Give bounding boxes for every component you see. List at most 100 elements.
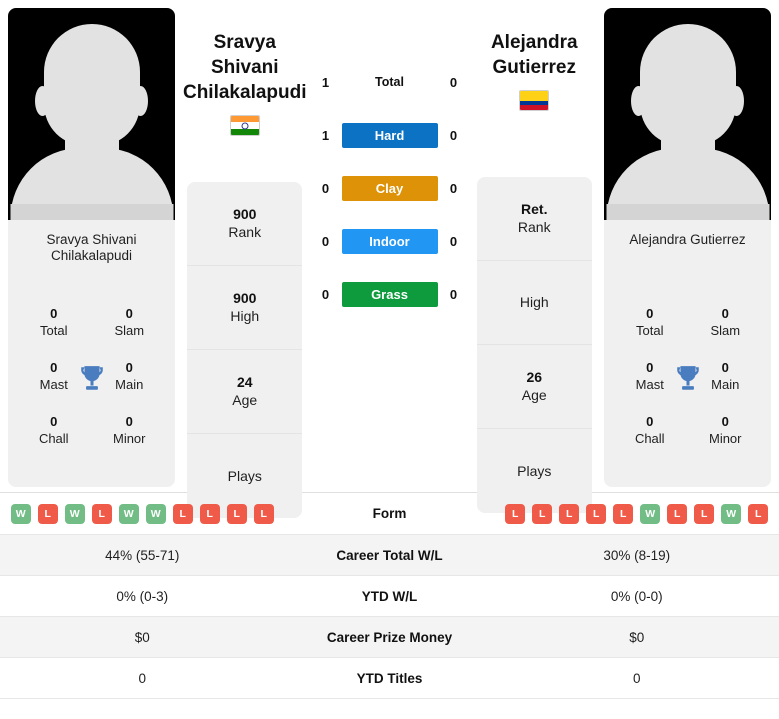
form-badge: W [640,503,661,524]
h2h-row-grass: 0 Grass 0 [315,282,465,307]
row-label: YTD W/L [361,588,418,604]
stat-label: Rank [517,219,551,235]
h2h-row-hard: 1 Hard 0 [315,123,465,148]
table-row-career-prize-money: $0 Career Prize Money $0 [0,617,779,658]
title-value: 0 [125,413,133,429]
form-badge: L [91,503,112,524]
row-label-form: Form [372,506,407,521]
h2h-left-count: 1 [321,75,330,90]
title-label: Minor [708,430,742,446]
h2h-left-count: 0 [321,287,330,302]
player-card-name-left: Sravya Shivani Chilakalapudi [46,232,137,263]
title-value: 0 [721,305,729,321]
player-card-left[interactable]: Sravya Shivani Chilakalapudi 0 Total 0 S… [8,8,175,487]
title-label: Minor [112,430,146,446]
h2h-left-count: 0 [321,234,330,249]
player-stats-stack-right: Ret. Rank High 26 Age Plays [476,177,592,513]
h2h-row-total: 1 Total 0 [315,70,465,95]
row-value-left: 0 [138,670,146,686]
table-row-form: W L W L W W L L L L Form L L L L L W L L [0,493,779,535]
stat-label: Plays [227,467,262,484]
h2h-left-count: 0 [321,181,330,196]
h2h-right-count: 0 [449,287,458,302]
avatar-shadow [10,204,173,220]
row-value-left: 44% (55-71) [105,547,180,563]
stat-label: Plays [517,462,552,479]
h2h-surface-label-hard[interactable]: Hard [341,123,438,148]
form-badge: L [694,503,715,524]
player-photo-left [8,8,175,220]
form-badge: W [721,503,742,524]
h2h-row-clay: 0 Clay 0 [315,176,465,201]
player-info-right: Alejandra Gutierrez Ret. Rank High 26 Ag… [465,8,605,513]
form-badge: W [10,503,31,524]
h2h-surface-column: 1 Total 0 1 Hard 0 0 Clay 0 0 Indoor 0 0 [315,8,465,307]
stat-value: 26 [526,369,543,385]
stat-label: Rank [228,224,262,240]
stat-label: High [230,308,260,324]
form-badge: W [118,503,139,524]
form-badge: W [64,503,85,524]
h2h-right-count: 0 [449,75,458,90]
row-value-left: $0 [134,629,150,645]
player-info-left: Sravya Shivani Chilakalapudi 900 Rank 90… [175,8,315,518]
stat-age-right: 26 Age [476,345,592,429]
title-label: Total [40,322,68,338]
row-label: Career Total W/L [336,547,443,563]
h2h-surface-label-total: Total [375,75,404,89]
form-badge: L [172,503,193,524]
row-value-right: 0 [632,670,641,686]
h2h-right-count: 0 [449,181,458,196]
stat-value: 900 [233,290,257,306]
flag-colombia-icon [519,90,550,111]
row-value-right: 0% (0-0) [610,588,663,604]
avatar-ear-left [631,86,646,116]
form-badge: L [532,503,553,524]
form-badge: L [505,503,526,524]
player-name-right: Alejandra Gutierrez [490,32,578,78]
trophy-icon [80,365,103,390]
title-label: Slam [710,322,741,338]
stat-value: Ret. [521,201,548,217]
form-badge: L [199,503,220,524]
player-name-left: Sravya Shivani Chilakalapudi [182,32,307,103]
row-value-right: $0 [629,629,645,645]
title-label: Total [636,322,664,338]
player-stats-stack-left: 900 Rank 900 High 24 Age Plays [187,182,303,518]
row-value-right: 30% (8-19) [603,547,671,563]
title-slam-left: 0 Slam [92,305,168,339]
title-total-right: 0 Total [612,305,688,339]
stat-rank-right: Ret. Rank [476,177,592,261]
h2h-left-count: 1 [321,128,330,143]
trophy-icon [676,365,699,390]
title-label: Chall [634,430,665,446]
player-card-right[interactable]: Alejandra Gutierrez 0 Total 0 Slam 0 Mas… [604,8,771,487]
stat-high-left: 900 High [187,266,303,350]
h2h-surface-label-grass[interactable]: Grass [341,282,438,307]
stat-value: 24 [236,374,253,390]
form-badge: L [559,503,580,524]
avatar-shadow [606,204,769,220]
form-badge: L [226,503,247,524]
title-label: Chall [38,430,69,446]
title-chall-right: 0 Chall [612,413,688,447]
titles-grid-right: 0 Total 0 Slam 0 Mast 0 Main 0 Chall 0 M… [604,268,771,487]
h2h-row-indoor: 0 Indoor 0 [315,229,465,254]
table-row-career-total-wl: 44% (55-71) Career Total W/L 30% (8-19) [0,535,779,576]
stat-rank-left: 900 Rank [187,182,303,266]
form-badge: L [667,503,688,524]
table-row-ytd-titles: 0 YTD Titles 0 [0,658,779,699]
title-chall-left: 0 Chall [16,413,92,447]
title-minor-left: 0 Minor [92,413,168,447]
form-badges-left: W L W L W W L L L L [0,503,285,524]
titles-grid-left: 0 Total 0 Slam 0 Mast 0 Main 0 Chall 0 M… [8,268,175,487]
stat-plays-right: Plays [477,429,592,513]
h2h-right-count: 0 [449,128,458,143]
form-badges-right: L L L L L W L L W L [495,503,779,524]
stat-value: 900 [233,206,257,222]
avatar-ear-left [35,86,50,116]
h2h-surface-label-clay[interactable]: Clay [341,176,438,201]
form-badge: L [613,503,634,524]
h2h-surface-label-indoor[interactable]: Indoor [341,229,438,254]
avatar-ear-right [133,86,148,116]
